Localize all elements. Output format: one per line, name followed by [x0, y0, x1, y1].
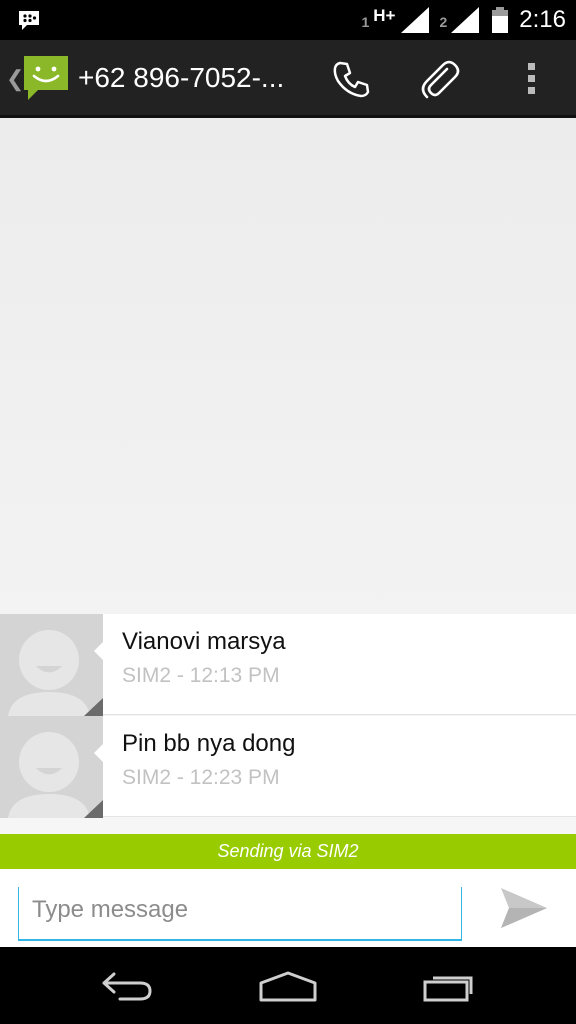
contact-avatar-icon: [8, 732, 103, 818]
message-text: Pin bb nya dong: [122, 730, 296, 757]
clock: 2:16: [519, 6, 566, 33]
battery-icon: [492, 7, 509, 33]
recent-apps-button[interactable]: [410, 965, 490, 1007]
status-bar: 1 H+ 2 2:16: [0, 0, 576, 40]
home-button[interactable]: [248, 965, 328, 1007]
attach-icon: [421, 60, 460, 99]
compose-area: [0, 869, 576, 947]
recent-apps-icon: [423, 976, 473, 1002]
conversation-list[interactable]: Vianovi marsya SIM2 - 12:13 PM Pin bb ny…: [0, 118, 576, 834]
messaging-smiley-icon[interactable]: [22, 54, 70, 102]
overflow-menu-button[interactable]: [506, 54, 556, 104]
message-timestamp: SIM2 - 12:13 PM: [122, 664, 280, 687]
contact-avatar-icon: [8, 630, 103, 716]
message-input[interactable]: [18, 887, 462, 941]
conversation-title[interactable]: +62 896-7052-...: [78, 62, 284, 94]
bbm-icon: [19, 11, 39, 30]
attach-button[interactable]: [414, 54, 464, 104]
message-bubble[interactable]: Pin bb nya dong SIM2 - 12:23 PM: [94, 716, 576, 817]
message-text: Vianovi marsya: [122, 628, 286, 655]
action-bar: ❮ +62 896-7052-...: [0, 40, 576, 118]
sim2-label: 2: [439, 14, 448, 30]
signal-strength-icon: [401, 7, 430, 33]
message-item[interactable]: Pin bb nya dong SIM2 - 12:23 PM: [0, 716, 576, 818]
sim-selector-bar[interactable]: Sending via SIM2: [0, 834, 576, 869]
navigation-bar: [0, 947, 576, 1024]
back-button[interactable]: [88, 965, 168, 1007]
message-timestamp: SIM2 - 12:23 PM: [122, 766, 280, 789]
call-button[interactable]: [326, 54, 376, 104]
message-bubble[interactable]: Vianovi marsya SIM2 - 12:13 PM: [94, 614, 576, 715]
call-icon: [333, 61, 370, 98]
send-button[interactable]: [494, 883, 554, 933]
sim1-label: 1: [361, 14, 370, 30]
overflow-menu-icon: [528, 63, 535, 94]
avatar[interactable]: [0, 614, 103, 716]
network-type-label: H+: [373, 6, 396, 25]
home-icon: [259, 971, 317, 1002]
message-item[interactable]: Vianovi marsya SIM2 - 12:13 PM: [0, 614, 576, 716]
avatar[interactable]: [0, 716, 103, 818]
back-icon: [102, 972, 152, 1001]
send-icon: [501, 888, 547, 928]
signal-strength-icon: [451, 7, 480, 33]
